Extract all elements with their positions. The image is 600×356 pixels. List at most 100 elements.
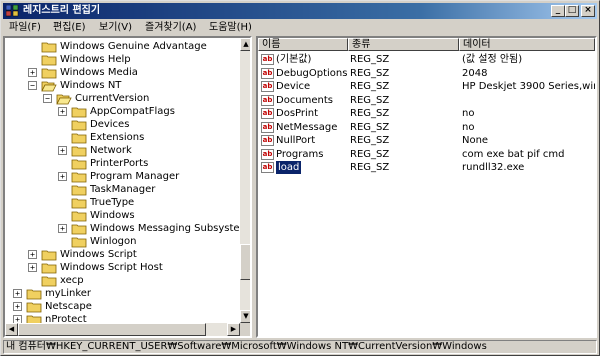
value-name: load [274, 160, 303, 175]
value-row[interactable]: ab Programs REG_SZ com exe bat pif cmd [258, 148, 595, 161]
menu-file[interactable]: 파일(F) [9, 20, 41, 36]
tree-item[interactable]: Windows Help [5, 53, 240, 66]
value-data: rundll32.exe [462, 162, 525, 173]
tree-item[interactable]: + Program Manager [5, 170, 240, 183]
scroll-down-button[interactable]: ▼ [240, 310, 250, 323]
value-type: REG_SZ [350, 162, 390, 173]
folder-icon [71, 146, 87, 157]
expand-icon[interactable]: + [28, 68, 37, 77]
expand-icon[interactable]: + [28, 250, 37, 259]
expand-icon[interactable]: + [58, 146, 67, 155]
value-row[interactable]: ab Documents REG_SZ [258, 94, 595, 107]
menu-favorites[interactable]: 즐겨찾기(A) [145, 20, 196, 36]
value-data: (값 설정 안됨) [462, 54, 523, 65]
value-row[interactable]: ab DebugOptions REG_SZ 2048 [258, 67, 595, 80]
value-type: REG_SZ [350, 135, 390, 146]
expand-icon[interactable]: + [58, 107, 67, 116]
string-value-icon: ab [261, 94, 274, 106]
tree-item[interactable]: + Windows Script [5, 248, 240, 261]
string-value-icon: ab [261, 121, 274, 133]
column-header-data[interactable]: 데이터 [459, 38, 595, 51]
expand-icon[interactable]: + [13, 302, 22, 311]
registry-editor-icon [6, 5, 19, 17]
value-row[interactable]: ab NetMessage REG_SZ no [258, 121, 595, 134]
expand-icon[interactable]: + [58, 172, 67, 181]
folder-icon [71, 224, 87, 235]
string-value-icon: ab [261, 108, 274, 119]
value-row[interactable]: ab (기본값) REG_SZ (값 설정 안됨) [258, 53, 595, 66]
minimize-button[interactable]: _ [551, 5, 565, 17]
collapse-icon[interactable]: − [43, 94, 52, 103]
tree-item-label: Devices [90, 119, 130, 130]
title-bar[interactable]: 레지스트리 편집기 _ □ × [3, 3, 597, 19]
status-path: 내 컴퓨터₩HKEY_CURRENT_USER₩Software₩Microso… [6, 341, 487, 352]
close-button[interactable]: × [581, 5, 595, 17]
tree-item[interactable]: + Netscape [5, 300, 240, 313]
value-row[interactable]: ab NullPort REG_SZ None [258, 134, 595, 147]
tree-item[interactable]: + Windows Media [5, 66, 240, 79]
expand-icon[interactable]: + [13, 289, 22, 298]
tree-item-label: PrinterPorts [90, 158, 149, 169]
tree-item[interactable]: TaskManager [5, 183, 240, 196]
collapse-icon[interactable]: − [28, 81, 37, 90]
folder-icon [41, 250, 57, 261]
value-row[interactable]: ab DosPrint REG_SZ no [258, 107, 595, 120]
horizontal-scroll-thumb[interactable] [18, 323, 206, 336]
tree-item-label: Windows NT [60, 80, 122, 91]
maximize-button[interactable]: □ [565, 5, 579, 17]
tree-item[interactable]: Windows [5, 209, 240, 222]
folder-icon [41, 55, 57, 66]
registry-values-list[interactable]: 이름 종류 데이터 ab (기본값) REG_SZ (값 설정 안됨) ab DebugO… [256, 36, 597, 338]
tree-item[interactable]: + AppCompatFlags [5, 105, 240, 118]
value-name: Documents [276, 94, 334, 106]
column-header-name[interactable]: 이름 [258, 38, 348, 51]
tree-item-label: Windows Media [60, 67, 138, 78]
folder-icon [71, 198, 87, 209]
tree-item[interactable]: + Network [5, 144, 240, 157]
tree-item[interactable]: Windows Genuine Advantage [5, 40, 240, 53]
tree-item[interactable]: Extensions [5, 131, 240, 144]
value-name: (기본값) [276, 54, 312, 65]
menu-edit[interactable]: 편집(E) [53, 20, 86, 36]
expand-icon[interactable]: + [28, 263, 37, 272]
tree-vertical-scrollbar[interactable]: ▲ ▼ [240, 38, 250, 323]
string-value-icon: ab [261, 135, 274, 146]
tree-item[interactable]: + myLinker [5, 287, 240, 300]
vertical-scroll-thumb[interactable] [240, 244, 250, 280]
scroll-right-button[interactable]: ▶ [227, 323, 240, 336]
folder-icon [56, 94, 72, 105]
tree-item[interactable]: − CurrentVersion [5, 92, 240, 105]
menu-view[interactable]: 보기(V) [99, 20, 132, 36]
folder-icon [41, 68, 57, 79]
tree-item[interactable]: + Windows Messaging Subsystem [5, 222, 249, 235]
tree-horizontal-scrollbar[interactable]: ◀ ▶ [5, 323, 240, 336]
tree-item[interactable]: Winlogon [5, 235, 240, 248]
value-type: REG_SZ [350, 67, 390, 79]
folder-icon [71, 185, 87, 196]
value-name: DosPrint [276, 108, 319, 119]
tree-item[interactable]: + Windows Script Host [5, 261, 240, 274]
folder-icon [71, 133, 87, 144]
value-row[interactable]: abDevice REG_SZ HP Deskjet 3900 Series,win… [258, 80, 595, 93]
menu-help[interactable]: 도움말(H) [209, 20, 252, 36]
folder-icon [71, 237, 87, 248]
scroll-up-button[interactable]: ▲ [240, 38, 250, 51]
registry-key-tree[interactable]: Windows Genuine Advantage Windows Help + Wi… [3, 36, 252, 338]
folder-icon [41, 81, 57, 92]
folder-icon [41, 42, 57, 53]
scroll-left-button[interactable]: ◀ [5, 323, 18, 336]
tree-item-label: Windows Messaging Subsystem [90, 223, 250, 234]
tree-item[interactable]: TrueType [5, 196, 240, 209]
folder-icon [41, 276, 57, 287]
value-row[interactable]: ab load REG_SZ rundll32.exe [258, 160, 595, 175]
column-header-type[interactable]: 종류 [348, 38, 459, 51]
string-value-icon: ab [261, 148, 274, 160]
value-data: 2048 [462, 67, 488, 79]
tree-item-label: TaskManager [90, 184, 156, 195]
expand-icon[interactable]: + [58, 224, 67, 233]
tree-item[interactable]: − Windows NT [5, 79, 240, 92]
tree-item[interactable]: xecp [5, 274, 240, 287]
tree-item[interactable]: PrinterPorts [5, 157, 240, 170]
value-data: no [462, 108, 475, 119]
tree-item[interactable]: Devices [5, 118, 240, 131]
